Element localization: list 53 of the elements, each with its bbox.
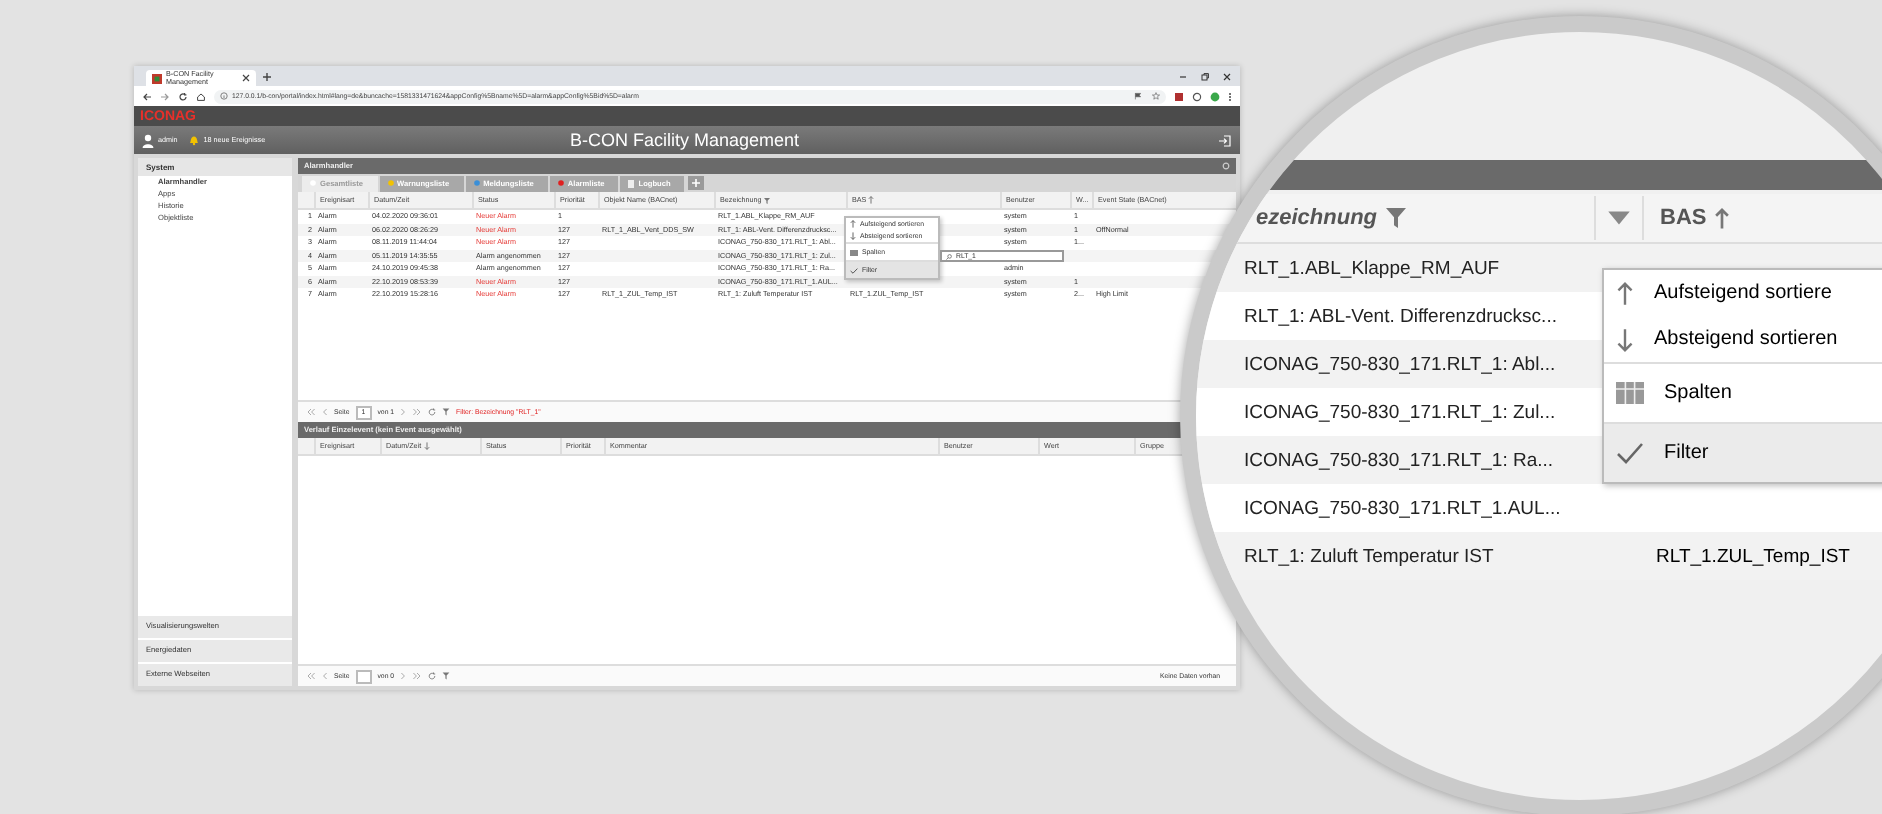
table-cell-text: RLT_1: ABL-Vent. Differenzdrucksc... <box>1244 305 1559 327</box>
bell-icon[interactable] <box>187 134 200 146</box>
document-icon <box>628 179 635 187</box>
column-header[interactable]: BAS <box>1644 206 1731 230</box>
last-page-icon[interactable] <box>412 672 423 680</box>
first-page-icon[interactable] <box>306 408 316 416</box>
profile-icon[interactable] <box>1210 91 1220 101</box>
reload-icon[interactable] <box>178 91 188 101</box>
column-header[interactable]: ezeichnung <box>1256 206 1594 230</box>
info-icon <box>220 92 228 100</box>
forward-icon[interactable] <box>160 91 170 101</box>
home-icon[interactable] <box>196 91 206 101</box>
app-title: B-CON Facility Management <box>570 130 800 150</box>
table-cell-text: ICONAG_750-830_171.RLT_1: Ra... <box>1244 449 1556 471</box>
clear-filter-icon[interactable] <box>442 672 451 680</box>
back-icon[interactable] <box>142 91 152 101</box>
first-page-icon[interactable] <box>306 672 316 680</box>
gear-icon[interactable] <box>1222 162 1230 170</box>
add-tab-icon[interactable] <box>688 176 705 190</box>
table-cell-text: RLT_1: Zuluft Temperatur IST <box>1244 545 1496 567</box>
table-cell: RLT_1.ZUL_Temp_IST <box>1656 545 1850 567</box>
columns-icon <box>850 249 858 255</box>
columns-icon <box>1616 382 1644 404</box>
menu-item[interactable]: Absteigend sortieren <box>1604 316 1882 362</box>
logout-icon[interactable] <box>1218 133 1232 147</box>
checkmark-icon <box>1616 442 1644 464</box>
arrow-down-icon <box>1616 327 1634 351</box>
page-field[interactable] <box>355 669 372 683</box>
star-icon[interactable] <box>1152 92 1160 100</box>
refresh-icon[interactable] <box>428 408 437 416</box>
restore-icon[interactable] <box>1200 72 1210 82</box>
close-icon[interactable] <box>1222 72 1232 82</box>
close-icon[interactable] <box>242 74 250 82</box>
checkmark-icon <box>850 267 858 273</box>
table-cell-text: ICONAG_750-830_171.RLT_1.AUL... <box>1244 497 1563 519</box>
flag-icon[interactable] <box>1134 92 1142 100</box>
user-icon[interactable] <box>142 133 154 147</box>
menu-item[interactable]: Aufsteigend sortiere <box>1604 270 1882 316</box>
minimize-icon[interactable] <box>1178 72 1188 82</box>
last-page-icon[interactable] <box>412 408 423 416</box>
arrow-down-icon <box>850 232 856 240</box>
refresh-icon[interactable] <box>428 672 437 680</box>
table-cell-text: ICONAG_750-830_171.RLT_1: Zul... <box>1244 401 1558 423</box>
search-icon <box>946 253 952 259</box>
clear-filter-icon[interactable] <box>442 408 451 416</box>
caret-icon[interactable] <box>1594 196 1644 240</box>
arrow-up-icon <box>1616 281 1634 305</box>
app-favicon-icon <box>152 73 162 83</box>
arrow-up-icon <box>850 220 856 228</box>
table-cell-text: RLT_1.ABL_Klappe_RM_AUF <box>1244 257 1502 279</box>
menu-item[interactable]: Filter <box>1604 422 1882 482</box>
new-tab-icon[interactable] <box>262 72 272 82</box>
table-cell-text: ICONAG_750-830_171.RLT_1: Abl... <box>1244 353 1558 375</box>
